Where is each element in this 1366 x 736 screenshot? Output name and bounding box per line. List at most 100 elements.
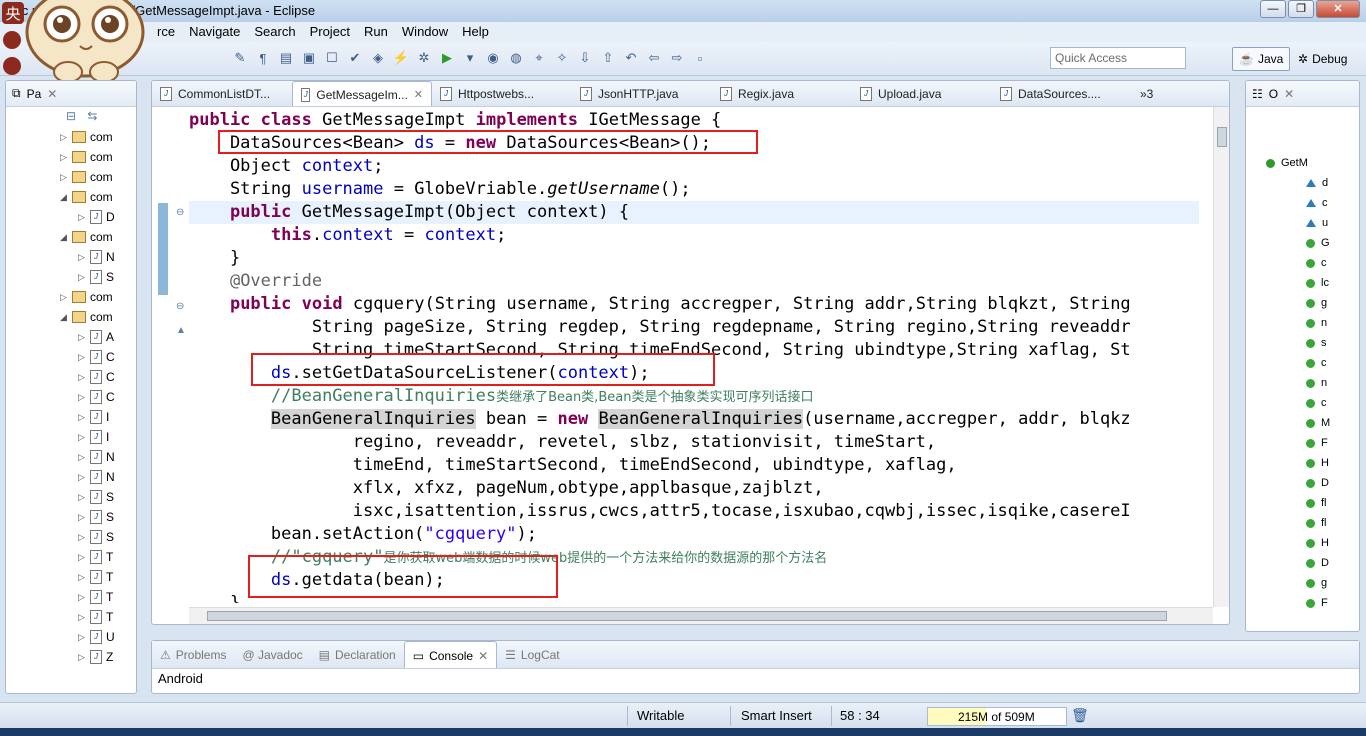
menu-search[interactable]: Search <box>247 22 302 42</box>
outline-item[interactable]: D <box>1246 473 1359 493</box>
outline-root[interactable]: GetM <box>1246 153 1359 173</box>
outline-item[interactable]: c <box>1246 393 1359 413</box>
tree-item[interactable]: ▷ J C <box>6 347 136 367</box>
perspective-debug[interactable]: ✲ Debug <box>1292 47 1353 71</box>
tree-item[interactable]: ▷ J C <box>6 367 136 387</box>
editor-tab[interactable]: J Upload.java <box>852 81 992 106</box>
outline-item[interactable]: F <box>1246 593 1359 613</box>
new-android-project-icon[interactable]: ◈ <box>368 48 388 68</box>
expand-arrow-icon[interactable]: ▷ <box>78 512 90 523</box>
close-tab-icon[interactable]: ✕ <box>478 649 488 668</box>
editor-tab[interactable]: J JsonHTTP.java <box>572 81 712 106</box>
tree-item[interactable]: ▷ J C <box>6 387 136 407</box>
run-icon[interactable]: ▶ <box>437 48 457 68</box>
tree-item[interactable]: ▷ J T <box>6 587 136 607</box>
expand-arrow-icon[interactable]: ▷ <box>78 412 90 423</box>
expand-arrow-icon[interactable]: ▷ <box>78 552 90 563</box>
tree-item[interactable]: ◢ com <box>6 227 136 247</box>
expand-arrow-icon[interactable]: ◢ <box>60 312 72 323</box>
tree-item[interactable]: ▷ J U <box>6 627 136 647</box>
outline-item[interactable]: fl <box>1246 493 1359 513</box>
tree-item[interactable]: ▷ J I <box>6 407 136 427</box>
tree-item[interactable]: ▷ com <box>6 147 136 167</box>
tree-item[interactable]: ▷ com <box>6 287 136 307</box>
android-sdk-icon[interactable]: ▣ <box>299 48 319 68</box>
editor-tab[interactable]: J GetMessageIm... ✕ <box>292 81 432 106</box>
outline-item[interactable]: G <box>1246 233 1359 253</box>
tree-item[interactable]: ▷ J T <box>6 607 136 627</box>
editor-tab[interactable]: J DataSources.... <box>992 81 1132 106</box>
outline-item[interactable]: c <box>1246 253 1359 273</box>
minimize-button[interactable]: — <box>1260 0 1286 18</box>
tree-item[interactable]: ▷ com <box>6 167 136 187</box>
expand-arrow-icon[interactable]: ▷ <box>78 332 90 343</box>
debug-skip-icon[interactable]: ⚡ <box>391 48 411 68</box>
outline-item[interactable]: n <box>1246 373 1359 393</box>
editor-tab[interactable]: J Regix.java <box>712 81 852 106</box>
expand-arrow-icon[interactable]: ▷ <box>78 272 90 283</box>
outline-item[interactable]: fl <box>1246 513 1359 533</box>
close-icon[interactable]: ✕ <box>47 87 57 101</box>
fold-icon[interactable]: ⊖ <box>176 207 184 218</box>
expand-arrow-icon[interactable]: ▷ <box>78 212 90 223</box>
tree-item[interactable]: ▷ J A <box>6 327 136 347</box>
outline-item[interactable]: D <box>1246 553 1359 573</box>
editor-horizontal-scrollbar[interactable] <box>189 607 1213 624</box>
forward-icon[interactable]: ⇨ <box>667 48 687 68</box>
open-type-icon[interactable]: ⌖ <box>529 48 549 68</box>
expand-arrow-icon[interactable]: ▷ <box>78 592 90 603</box>
back-icon[interactable]: ⇦ <box>644 48 664 68</box>
expand-arrow-icon[interactable]: ▷ <box>78 612 90 623</box>
bottom-tab[interactable]: ▭ Console ✕ <box>403 641 498 668</box>
scroll-thumb[interactable] <box>207 611 1167 621</box>
highlight-icon[interactable]: ✎ <box>230 48 250 68</box>
new-java-class-icon[interactable]: ◍ <box>506 48 526 68</box>
expand-arrow-icon[interactable]: ▷ <box>60 152 72 163</box>
run-dropdown-icon[interactable]: ▾ <box>460 48 480 68</box>
outline-item[interactable]: g <box>1246 293 1359 313</box>
fold-icon[interactable]: ⊖ <box>176 301 184 312</box>
outline-item[interactable]: g <box>1246 573 1359 593</box>
close-button[interactable]: ✕ <box>1316 0 1360 18</box>
link-editor-icon[interactable]: ⇆ <box>87 109 97 123</box>
package-explorer-tab[interactable]: ⧉ Pa ✕ <box>6 81 136 107</box>
menu-window[interactable]: Window <box>395 22 455 42</box>
tree-item[interactable]: ▷ J T <box>6 567 136 587</box>
tree-item[interactable]: ▷ J N <box>6 247 136 267</box>
outline-item[interactable]: c <box>1246 353 1359 373</box>
tree-item[interactable]: ▷ J N <box>6 447 136 467</box>
show-whitespace-icon[interactable]: ¶ <box>253 48 273 68</box>
outline-item[interactable]: M <box>1246 413 1359 433</box>
tree-item[interactable]: ▷ J I <box>6 427 136 447</box>
tree-item[interactable]: ◢ com <box>6 307 136 327</box>
expand-arrow-icon[interactable]: ▷ <box>78 252 90 263</box>
tree-item[interactable]: ▷ J S <box>6 527 136 547</box>
menu-navigate[interactable]: Navigate <box>182 22 247 42</box>
outline-item[interactable]: d <box>1246 173 1359 193</box>
tab-overflow-indicator[interactable]: »3 <box>1132 81 1161 106</box>
expand-arrow-icon[interactable]: ▷ <box>60 132 72 143</box>
scroll-thumb[interactable] <box>1217 127 1227 147</box>
tree-item[interactable]: ◢ com <box>6 187 136 207</box>
outline-item[interactable]: H <box>1246 453 1359 473</box>
outline-item[interactable]: H <box>1246 533 1359 553</box>
expand-arrow-icon[interactable]: ▷ <box>78 392 90 403</box>
expand-arrow-icon[interactable]: ◢ <box>60 192 72 203</box>
garbage-collect-icon[interactable]: 🗑 <box>1071 707 1089 724</box>
debug-icon[interactable]: ✲ <box>414 48 434 68</box>
menu-run[interactable]: Run <box>357 22 395 42</box>
perspective-java[interactable]: ☕ Java <box>1232 47 1291 71</box>
editor-tab[interactable]: J Httpostwebs... <box>432 81 572 106</box>
pin-editor-icon[interactable]: ▫ <box>690 48 710 68</box>
last-edit-icon[interactable]: ↶ <box>621 48 641 68</box>
expand-arrow-icon[interactable]: ▷ <box>78 352 90 363</box>
expand-arrow-icon[interactable]: ▷ <box>60 292 72 303</box>
outline-item[interactable]: lc <box>1246 273 1359 293</box>
tree-item[interactable]: ▷ J S <box>6 507 136 527</box>
expand-arrow-icon[interactable]: ▷ <box>78 532 90 543</box>
tree-item[interactable]: ▷ J Z <box>6 647 136 667</box>
bottom-tab[interactable]: ▤ Declaration <box>311 641 404 668</box>
outline-item[interactable]: F <box>1246 433 1359 453</box>
close-tab-icon[interactable]: ✕ <box>414 88 423 106</box>
block-select-icon[interactable]: ▤ <box>276 48 296 68</box>
